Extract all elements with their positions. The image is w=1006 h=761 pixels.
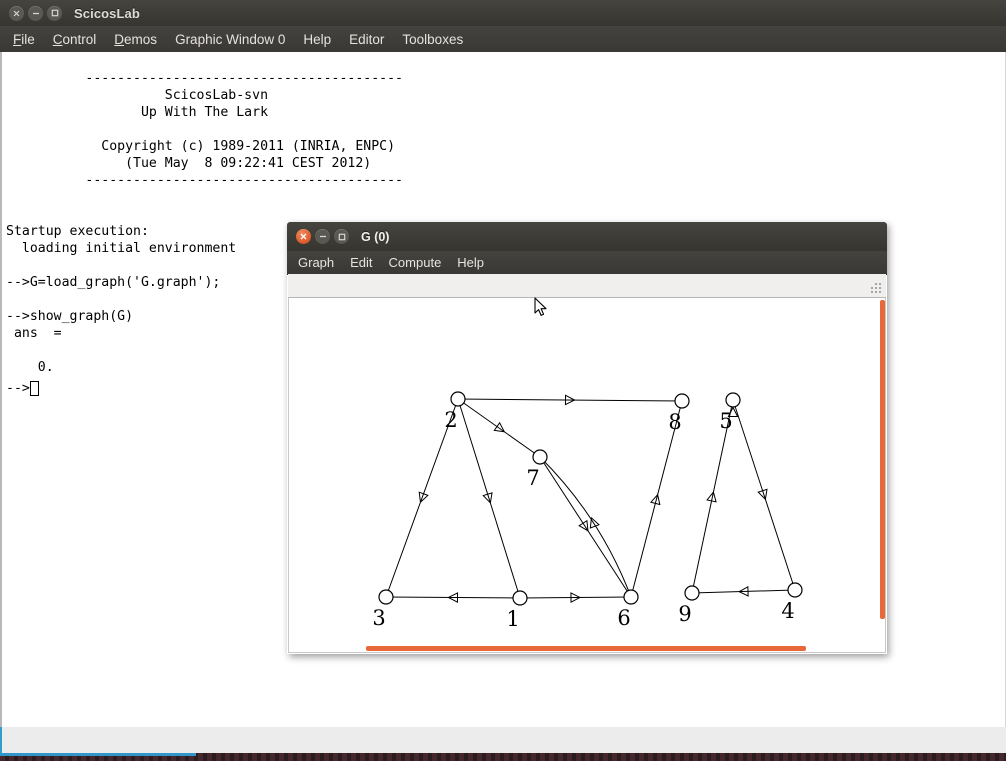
main-titlebar: ScicosLab xyxy=(0,0,1006,26)
minimize-icon[interactable] xyxy=(28,5,43,21)
resize-grip-icon[interactable] xyxy=(871,283,883,295)
graph-node[interactable]: 3 xyxy=(372,589,394,630)
edge xyxy=(457,398,521,599)
horizontal-scrollbar[interactable] xyxy=(366,646,806,651)
graph-node-label: 8 xyxy=(668,410,681,434)
graph-menu-edit[interactable]: Edit xyxy=(342,252,380,274)
graph-menu-help[interactable]: Help xyxy=(449,252,492,274)
graph-node[interactable]: 8 xyxy=(668,393,690,434)
graph-node[interactable]: 1 xyxy=(506,590,528,631)
menu-control[interactable]: Control xyxy=(44,27,106,52)
edge-arrowhead xyxy=(418,491,429,504)
graph-node-label: 4 xyxy=(781,599,794,623)
minimize-icon[interactable] xyxy=(315,229,330,244)
graph-menu-compute[interactable]: Compute xyxy=(381,252,450,274)
main-window-title: ScicosLab xyxy=(74,5,140,21)
graph-toolbar xyxy=(288,274,886,298)
graph-diagram: 2 8 5 7 3 1 6 9 4 xyxy=(372,391,803,631)
menu-graphic-window-0[interactable]: Graphic Window 0 xyxy=(166,27,294,52)
graph-node-label: 1 xyxy=(506,607,519,631)
console-prompt-line[interactable]: --> xyxy=(6,380,39,397)
main-window-bottom-strip xyxy=(0,727,1006,753)
maximize-icon[interactable] xyxy=(47,5,62,21)
menu-demos[interactable]: Demos xyxy=(105,27,166,52)
graph-window: G (0) Graph Edit Compute Help 2 8 5 7 3 1 6 9 4 xyxy=(287,222,887,654)
main-window-controls xyxy=(9,5,62,21)
graph-node-label: 5 xyxy=(719,409,732,433)
edge xyxy=(691,585,796,597)
graph-node-label: 2 xyxy=(444,408,457,432)
menu-editor[interactable]: Editor xyxy=(340,27,393,52)
graph-node-label: 3 xyxy=(372,606,385,630)
edge xyxy=(539,456,632,598)
graph-node[interactable]: 7 xyxy=(526,449,548,490)
edge-arrowhead xyxy=(706,491,717,503)
close-icon[interactable] xyxy=(9,5,24,21)
graph-node-label: 6 xyxy=(617,606,630,630)
maximize-icon[interactable] xyxy=(334,229,349,244)
graph-node[interactable]: 9 xyxy=(678,585,700,626)
graph-titlebar: G (0) xyxy=(287,222,887,251)
graph-menu-graph[interactable]: Graph xyxy=(290,252,342,274)
graph-window-title: G (0) xyxy=(361,229,390,244)
text-cursor xyxy=(29,381,39,396)
graph-node[interactable]: 4 xyxy=(781,582,803,623)
graph-node[interactable]: 6 xyxy=(617,589,639,630)
edge-arrowhead xyxy=(482,492,493,504)
edge-arrowhead xyxy=(649,493,661,506)
menu-toolboxes[interactable]: Toolboxes xyxy=(393,27,472,52)
edge xyxy=(519,592,632,603)
vertical-scrollbar[interactable] xyxy=(880,300,885,619)
menu-file[interactable]: File xyxy=(4,27,44,52)
graph-drawing-canvas[interactable]: 2 8 5 7 3 1 6 9 4 xyxy=(288,298,886,653)
graph-window-controls xyxy=(296,229,349,244)
menu-help[interactable]: Help xyxy=(294,27,340,52)
desktop-taskbar-edge xyxy=(0,753,1006,761)
edge-arrowhead xyxy=(589,516,600,529)
edge xyxy=(457,394,683,406)
close-icon[interactable] xyxy=(296,229,311,244)
edge-arrowhead xyxy=(757,488,768,501)
main-menubar: File Control Demos Graphic Window 0 Help… xyxy=(0,26,1006,53)
edge xyxy=(457,398,541,458)
graph-menubar: Graph Edit Compute Help xyxy=(287,251,887,275)
edge xyxy=(385,592,521,603)
graph-node-label: 7 xyxy=(526,466,539,490)
graph-node-label: 9 xyxy=(678,602,691,626)
edge xyxy=(732,399,796,591)
prompt-symbol: --> xyxy=(6,381,30,396)
